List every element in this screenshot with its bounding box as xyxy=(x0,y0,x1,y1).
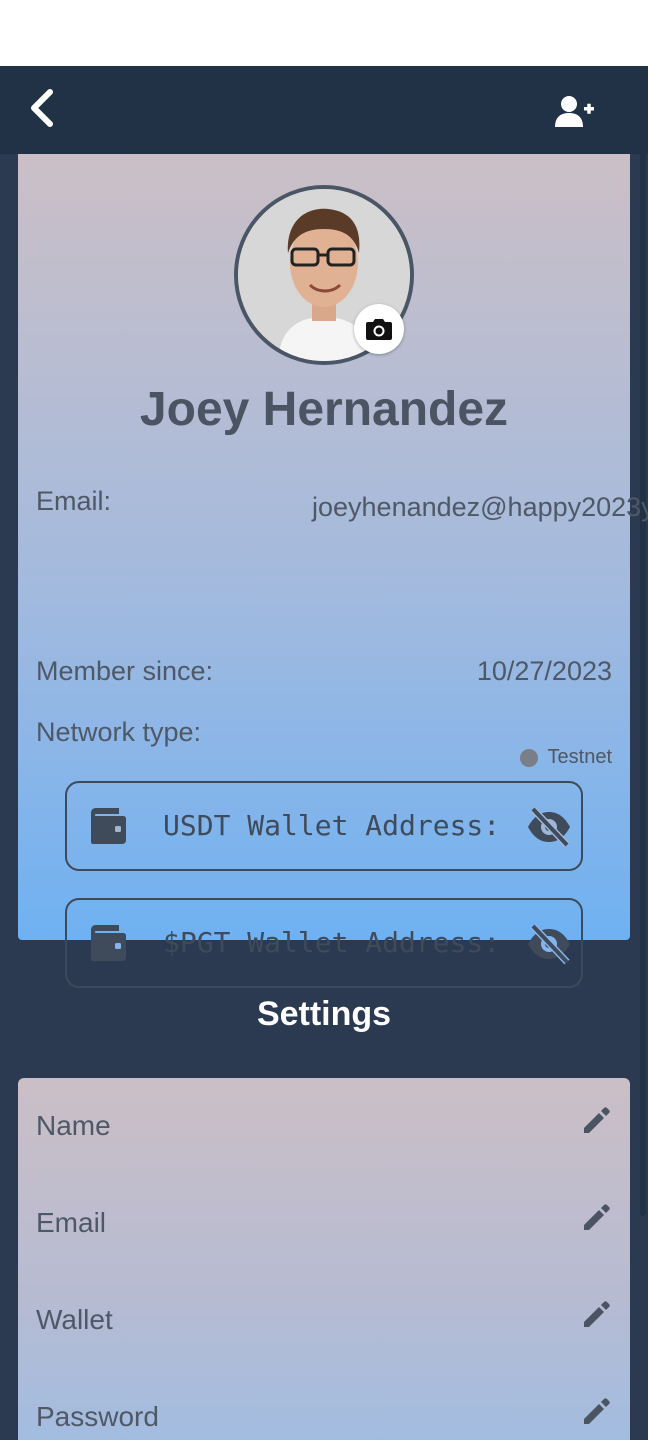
member-since-value: 10/27/2023 xyxy=(476,656,612,686)
settings-item-email[interactable]: Email xyxy=(18,1175,630,1272)
pencil-icon[interactable] xyxy=(580,1298,612,1330)
back-button[interactable] xyxy=(22,86,62,130)
network-status: Testnet xyxy=(519,746,612,769)
settings-item-name[interactable]: Name xyxy=(18,1078,630,1175)
scrollbar[interactable] xyxy=(640,90,646,1216)
profile-name: Joey Hernandez xyxy=(139,383,509,436)
add-user-icon xyxy=(555,96,594,127)
top-app-bar xyxy=(0,66,648,154)
wallet-icon xyxy=(91,925,126,961)
usdt-wallet-field[interactable]: USDT Wallet Address: xyxy=(65,781,583,871)
profile-screen: Joey Hernandez Email: joeyhenandez@happy… xyxy=(0,66,648,1440)
settings-item-label: Password xyxy=(36,1401,159,1432)
settings-item-wallet[interactable]: Wallet xyxy=(18,1272,630,1369)
pencil-icon[interactable] xyxy=(580,1201,612,1233)
network-type-value: Testnet xyxy=(547,746,612,768)
wallet-icon xyxy=(91,808,126,844)
toggle-pgt-visibility-button[interactable] xyxy=(525,922,573,966)
network-status-dot xyxy=(519,748,538,767)
eye-off-icon xyxy=(528,923,570,965)
email-value: joeyhenandez@happy2023year.com xyxy=(312,492,648,522)
eye-off-icon xyxy=(528,806,570,848)
pencil-icon[interactable] xyxy=(580,1395,612,1427)
pgt-wallet-field[interactable]: $PGT Wallet Address: xyxy=(65,898,583,988)
settings-item-label: Email xyxy=(36,1207,107,1238)
settings-card: Name Email Wallet Password xyxy=(18,1078,630,1440)
profile-card: Joey Hernandez Email: joeyhenandez@happy… xyxy=(18,154,648,988)
settings-item-password[interactable]: Password xyxy=(18,1369,630,1440)
chevron-left-icon xyxy=(31,89,53,127)
change-photo-button[interactable] xyxy=(354,304,404,354)
add-user-button[interactable] xyxy=(554,94,596,130)
status-bar-area xyxy=(0,0,648,66)
pencil-icon[interactable] xyxy=(580,1104,612,1136)
settings-item-label: Wallet xyxy=(36,1304,113,1335)
usdt-wallet-label: USDT Wallet Address: xyxy=(163,809,501,842)
toggle-usdt-visibility-button[interactable] xyxy=(525,805,573,849)
camera-icon xyxy=(366,319,392,340)
pgt-wallet-label: $PGT Wallet Address: xyxy=(163,926,501,959)
email-label: Email: xyxy=(36,486,112,516)
settings-title: Settings xyxy=(256,995,392,1033)
settings-item-label: Name xyxy=(36,1110,111,1141)
member-since-label: Member since: xyxy=(36,656,214,686)
network-type-label: Network type: xyxy=(36,717,202,747)
